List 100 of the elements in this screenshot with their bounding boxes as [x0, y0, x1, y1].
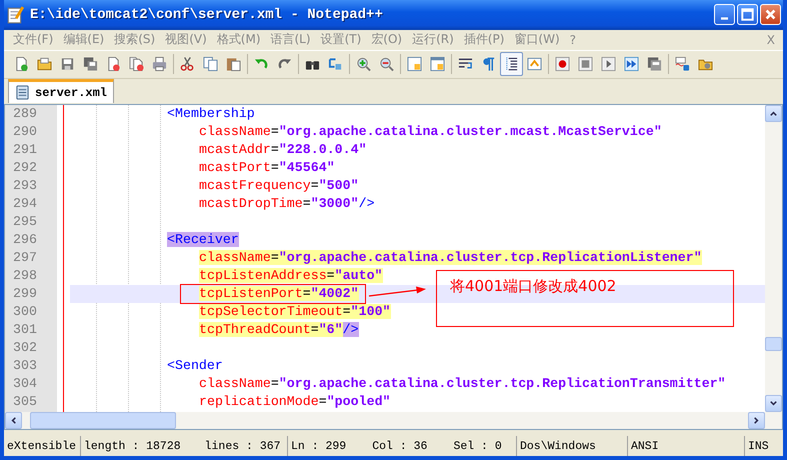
scissors-icon: [180, 56, 195, 72]
file-tab[interactable]: server.xml: [8, 79, 114, 104]
menu-item[interactable]: 运行(R): [407, 31, 459, 48]
stop-icon: [578, 56, 593, 72]
horizontal-scrollbar[interactable]: [5, 412, 782, 430]
scroll-left-button[interactable]: [5, 412, 22, 430]
minimize-button[interactable]: [714, 4, 735, 26]
copy-icon: [203, 56, 218, 72]
annotation-text: 将4001端口修改成4002: [450, 277, 616, 296]
equals-sign: =: [310, 178, 319, 194]
line-number: 296: [13, 231, 38, 250]
scroll-up-button[interactable]: [765, 105, 782, 122]
xml-tag: />: [358, 196, 375, 212]
xml-tag: <Membership: [167, 106, 255, 122]
status-text: lines : 367: [204, 440, 281, 453]
attribute-value: "45564": [278, 160, 335, 176]
attribute-value: "100": [350, 304, 391, 320]
line-number: 305: [13, 393, 38, 412]
attribute-value: "228.0.0.4": [278, 142, 367, 158]
attribute-value: "6": [318, 322, 343, 338]
attribute-name: mcastDropTime: [199, 196, 303, 212]
attribute-name: tcpThreadCount: [199, 322, 311, 338]
status-text: ANSI: [631, 440, 659, 453]
scroll-down-button[interactable]: [765, 395, 782, 412]
attribute-name: tcpSelectorTimeout: [199, 304, 343, 320]
attribute-value: "org.apache.catalina.cluster.tcp.ReplicationTransmitter": [278, 376, 726, 392]
record-icon: [555, 56, 570, 72]
line-number: 299: [13, 285, 38, 304]
line-number: 291: [13, 141, 38, 160]
menu-item[interactable]: 文件(F): [8, 31, 58, 48]
save-icon: [60, 56, 75, 72]
line-number: 303: [13, 357, 38, 376]
attribute-name: mcastPort: [199, 160, 271, 176]
menu-item[interactable]: 格式(M): [212, 31, 266, 48]
menu-item[interactable]: 设置(T): [316, 31, 366, 48]
menu-item[interactable]: 视图(V): [160, 31, 212, 48]
attribute-name: mcastFrequency: [199, 178, 311, 194]
equals-sign: =: [270, 124, 279, 140]
line-number: 304: [13, 375, 38, 394]
xml-tag: <Sender: [167, 358, 223, 374]
zoom-in-icon: [356, 56, 371, 72]
attribute-value: "500": [318, 178, 359, 194]
menu-item[interactable]: 搜索(S): [109, 31, 160, 48]
attribute-value: "org.apache.catalina.cluster.tcp.ReplicationListener": [278, 250, 702, 266]
status-text: Sel : 0: [453, 440, 502, 453]
window-title: E:\ide\tomcat2\conf\server.xml - Notepad++: [30, 6, 384, 23]
attribute-value: "pooled": [326, 394, 391, 410]
menu-item[interactable]: 编辑(E): [58, 31, 110, 48]
line-number: 297: [13, 249, 38, 268]
attribute-value: "4002": [310, 286, 359, 302]
file-icon: [15, 85, 30, 100]
menu-item[interactable]: 窗口(W): [509, 31, 565, 48]
attribute-name: replicationMode: [199, 394, 319, 410]
close-document-button[interactable]: X: [766, 32, 779, 47]
menu-item[interactable]: 宏(O): [366, 31, 408, 48]
line-number: 292: [13, 159, 38, 178]
zoom-out-icon: [379, 56, 394, 72]
close-all-icon: [129, 56, 144, 72]
save-macro-icon: [647, 56, 662, 72]
paste-icon: [226, 56, 241, 72]
line-number: 302: [13, 339, 38, 358]
close-button[interactable]: [760, 4, 781, 26]
indent-guide-button[interactable]: [500, 52, 523, 76]
status-text: length : 18728: [84, 440, 181, 453]
attribute-name: mcastAddr: [199, 142, 271, 158]
maximize-button[interactable]: [737, 4, 758, 26]
attribute-value: "3000": [310, 196, 359, 212]
print-icon: [152, 56, 167, 72]
equals-sign: =: [270, 376, 279, 392]
menu-item[interactable]: ?: [564, 32, 581, 47]
line-number: 289: [13, 105, 38, 124]
equals-sign: =: [318, 394, 327, 410]
attribute-name: className: [199, 124, 271, 140]
tab-label: server.xml: [35, 86, 108, 100]
save-all-icon: [83, 56, 98, 72]
status-text: INS: [748, 440, 769, 453]
maximize-icon: [741, 8, 754, 22]
notepad-icon: [6, 6, 24, 24]
fast-forward-icon: [624, 56, 639, 72]
vertical-scrollbar[interactable]: [765, 105, 782, 412]
status-text: Dos\Windows: [520, 440, 596, 453]
attribute-name: tcpListenAddress: [199, 268, 327, 284]
menu-item[interactable]: 插件(P): [458, 31, 510, 48]
scroll-thumb[interactable]: [30, 412, 176, 430]
scroll-thumb[interactable]: [765, 337, 782, 352]
menu-item[interactable]: 语言(L): [266, 31, 316, 48]
close-icon: [764, 8, 777, 22]
scroll-right-button[interactable]: [748, 412, 765, 430]
status-text: Ln : 299: [291, 440, 346, 453]
status-text: Col : 36: [372, 440, 428, 453]
line-number: 300: [13, 303, 38, 322]
attribute-value: "auto": [334, 268, 383, 284]
close-file-icon: [106, 56, 121, 72]
indent-guide-icon: [504, 56, 519, 72]
attribute-name: className: [199, 250, 271, 266]
line-number: 290: [13, 123, 38, 142]
attribute-name: tcpListenPort: [199, 286, 303, 302]
line-number: 295: [13, 213, 38, 232]
equals-sign: =: [270, 142, 279, 158]
line-number: 301: [13, 321, 38, 340]
